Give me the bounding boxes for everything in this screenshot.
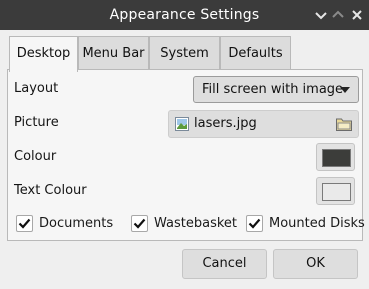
checkmark-icon <box>133 218 146 229</box>
folder-icon <box>336 118 352 131</box>
picture-filename: lasers.jpg <box>194 116 257 131</box>
text-colour-swatch <box>322 183 351 201</box>
text-colour-label: Text Colour <box>14 183 87 198</box>
cancel-button[interactable]: Cancel <box>182 249 267 279</box>
tab-menu-bar[interactable]: Menu Bar <box>78 36 149 70</box>
appearance-settings-window: Appearance Settings Desktop Menu Bar Sys… <box>0 0 369 289</box>
mounted-disks-label: Mounted Disks <box>269 216 365 231</box>
text-colour-picker-button[interactable] <box>316 177 355 205</box>
dropdown-arrow-icon <box>340 87 350 93</box>
title-bar[interactable]: Appearance Settings <box>0 0 369 30</box>
layout-dropdown[interactable]: Fill screen with image <box>193 76 359 103</box>
picture-file-button[interactable]: lasers.jpg <box>168 110 359 138</box>
close-icon[interactable] <box>349 7 365 23</box>
picture-label: Picture <box>14 115 59 130</box>
tab-defaults[interactable]: Defaults <box>220 36 291 70</box>
colour-picker-button[interactable] <box>316 143 355 171</box>
tab-desktop[interactable]: Desktop <box>9 36 78 72</box>
desktop-panel: Layout Fill screen with image Picture la… <box>7 69 365 241</box>
chevron-down-icon[interactable] <box>313 7 329 23</box>
colour-swatch <box>322 149 351 167</box>
chevron-up-icon[interactable] <box>330 7 346 23</box>
colour-label: Colour <box>14 149 57 164</box>
layout-label: Layout <box>14 81 59 96</box>
checkbox-box[interactable] <box>131 215 148 232</box>
image-file-icon <box>175 117 189 131</box>
documents-label: Documents <box>39 216 114 231</box>
layout-value: Fill screen with image <box>202 82 344 97</box>
checkmark-icon <box>18 218 31 229</box>
ok-button[interactable]: OK <box>273 249 358 279</box>
tab-system[interactable]: System <box>149 36 220 70</box>
checkmark-icon <box>248 218 261 229</box>
checkbox-box[interactable] <box>16 215 33 232</box>
wastebasket-label: Wastebasket <box>154 216 238 231</box>
checkbox-box[interactable] <box>246 215 263 232</box>
